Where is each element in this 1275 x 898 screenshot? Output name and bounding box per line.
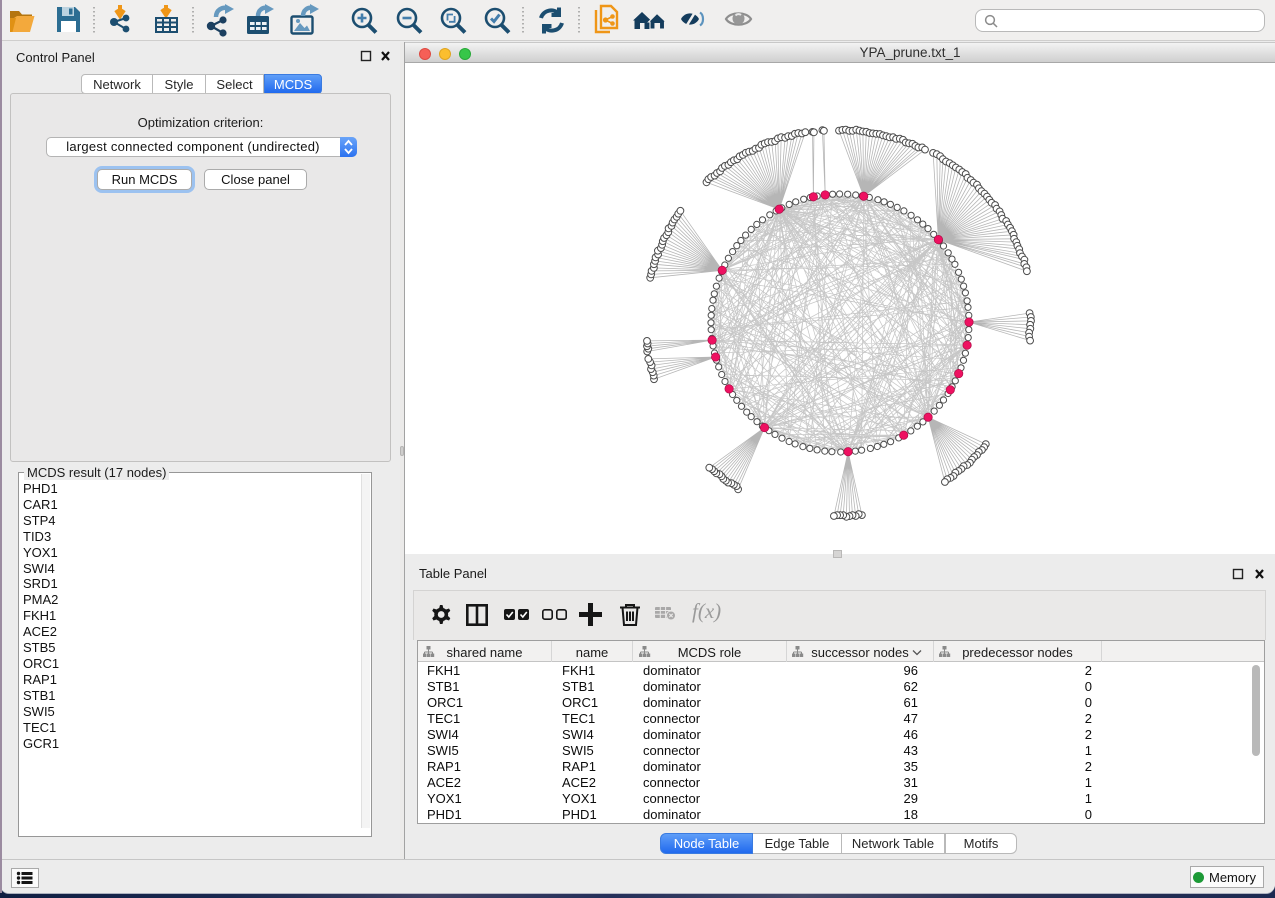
svg-text:f(x): f(x) <box>692 599 721 623</box>
